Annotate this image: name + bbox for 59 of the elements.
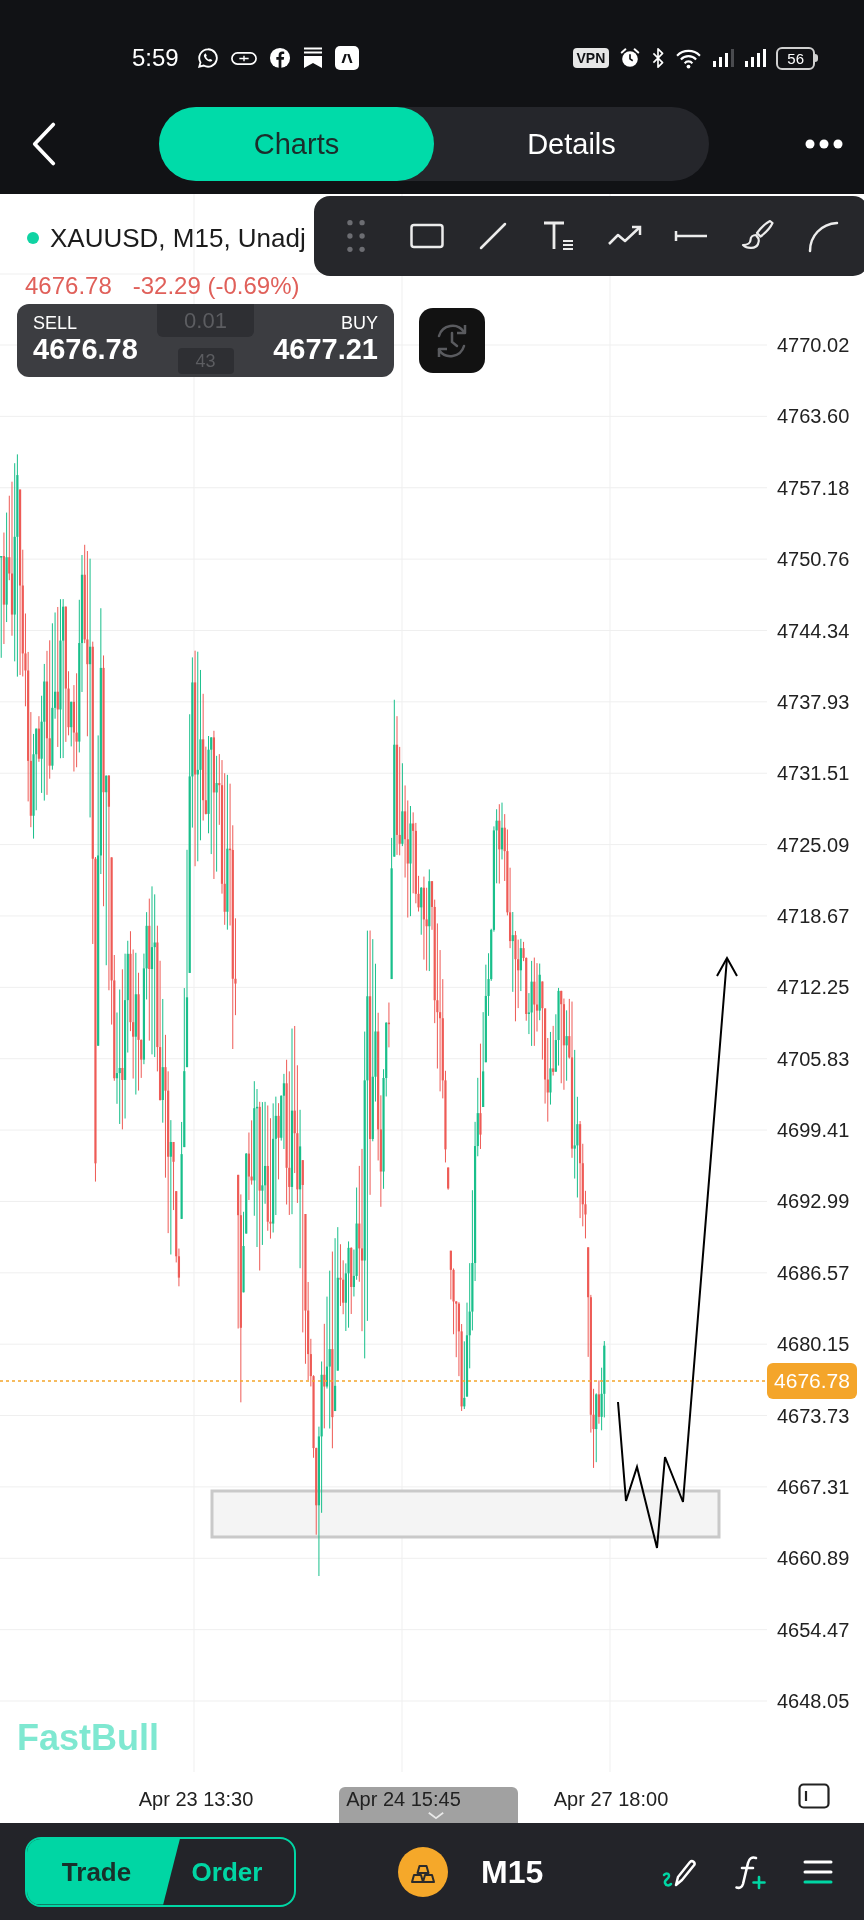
price-axis-label: 4686.57 [777, 1260, 850, 1285]
last-price: 4676.78 [25, 272, 112, 300]
price-axis-label: 4725.09 [777, 832, 850, 857]
time-axis-label: Apr 24 15:45 [346, 1787, 461, 1811]
panel-layout-icon[interactable] [798, 1783, 830, 1809]
drag-handle-icon[interactable] [346, 219, 366, 253]
price-axis-label: 4712.25 [777, 975, 850, 1000]
f-logo-icon [268, 47, 291, 69]
price-axis-label: 4673.73 [777, 1403, 850, 1428]
chat-bubble-icon [196, 47, 219, 69]
vpn-badge: VPN [572, 48, 610, 68]
price-axis-label: 4667.31 [777, 1474, 850, 1499]
buy-button[interactable]: BUY 4677.21 [273, 304, 378, 365]
view-tab[interactable]: Charts [159, 107, 434, 181]
history-button[interactable] [419, 308, 485, 373]
price-axis-label: 4750.76 [777, 547, 850, 572]
chevron-down-icon [425, 1811, 446, 1820]
more-dots-icon [805, 139, 843, 149]
status-time: 5:59 [132, 46, 179, 70]
price-axis-label: 4654.47 [777, 1617, 850, 1642]
symbol-title: XAUUSD, M15, Unadj [50, 222, 306, 254]
price-axis-label: 4692.99 [777, 1189, 850, 1214]
signal-icon [744, 48, 767, 68]
time-axis-label: Apr 23 13:30 [138, 1787, 254, 1811]
app-badge-icon [334, 46, 359, 70]
signal-icon [712, 48, 735, 68]
alarm-icon [619, 47, 642, 69]
price-axis-label: 4744.34 [777, 618, 850, 643]
price-axis-label: 4737.93 [777, 689, 850, 714]
price-axis-label: 4731.51 [777, 761, 850, 786]
price-axis-label: 4680.15 [777, 1332, 850, 1357]
price-axis-label: 4705.83 [777, 1046, 850, 1071]
current-price-label: 4676.78 [767, 1363, 857, 1399]
chevron-left-icon [31, 121, 57, 167]
price-axis-label: 4770.02 [777, 333, 850, 357]
price-axis-label: 4699.41 [777, 1118, 850, 1143]
time-axis-label: Apr 27 18:00 [553, 1787, 669, 1811]
logo-text: FastBull [17, 1718, 159, 1758]
sell-button[interactable]: SELL 4676.78 [33, 304, 138, 365]
bookmark-icon [302, 47, 323, 69]
mode-tab[interactable]: Trade [27, 1838, 180, 1905]
mode-tab[interactable]: Order [180, 1838, 294, 1905]
menu-icon[interactable] [803, 1858, 833, 1885]
price-axis-label: 4763.60 [777, 404, 850, 429]
price-change: -32.29 (-0.69%) [132, 272, 300, 300]
timeframe-button[interactable]: M15 [481, 1855, 544, 1888]
bluetooth-icon [651, 47, 666, 69]
view-tab[interactable]: Details [434, 107, 709, 181]
projection-arrow[interactable] [617, 955, 738, 1549]
capsule-icon [230, 50, 257, 66]
wifi-icon [675, 47, 703, 69]
price-axis-label: 4757.18 [777, 475, 850, 500]
price-axis-label: 4660.89 [777, 1546, 850, 1571]
status-dot-icon [27, 232, 39, 244]
price-axis-label: 4718.67 [777, 904, 850, 928]
battery-indicator: 56 [776, 46, 818, 70]
panel-handle[interactable] [339, 1787, 518, 1823]
price-axis-label: 4648.05 [777, 1689, 850, 1713]
ingot-stack-icon[interactable] [398, 1846, 448, 1897]
